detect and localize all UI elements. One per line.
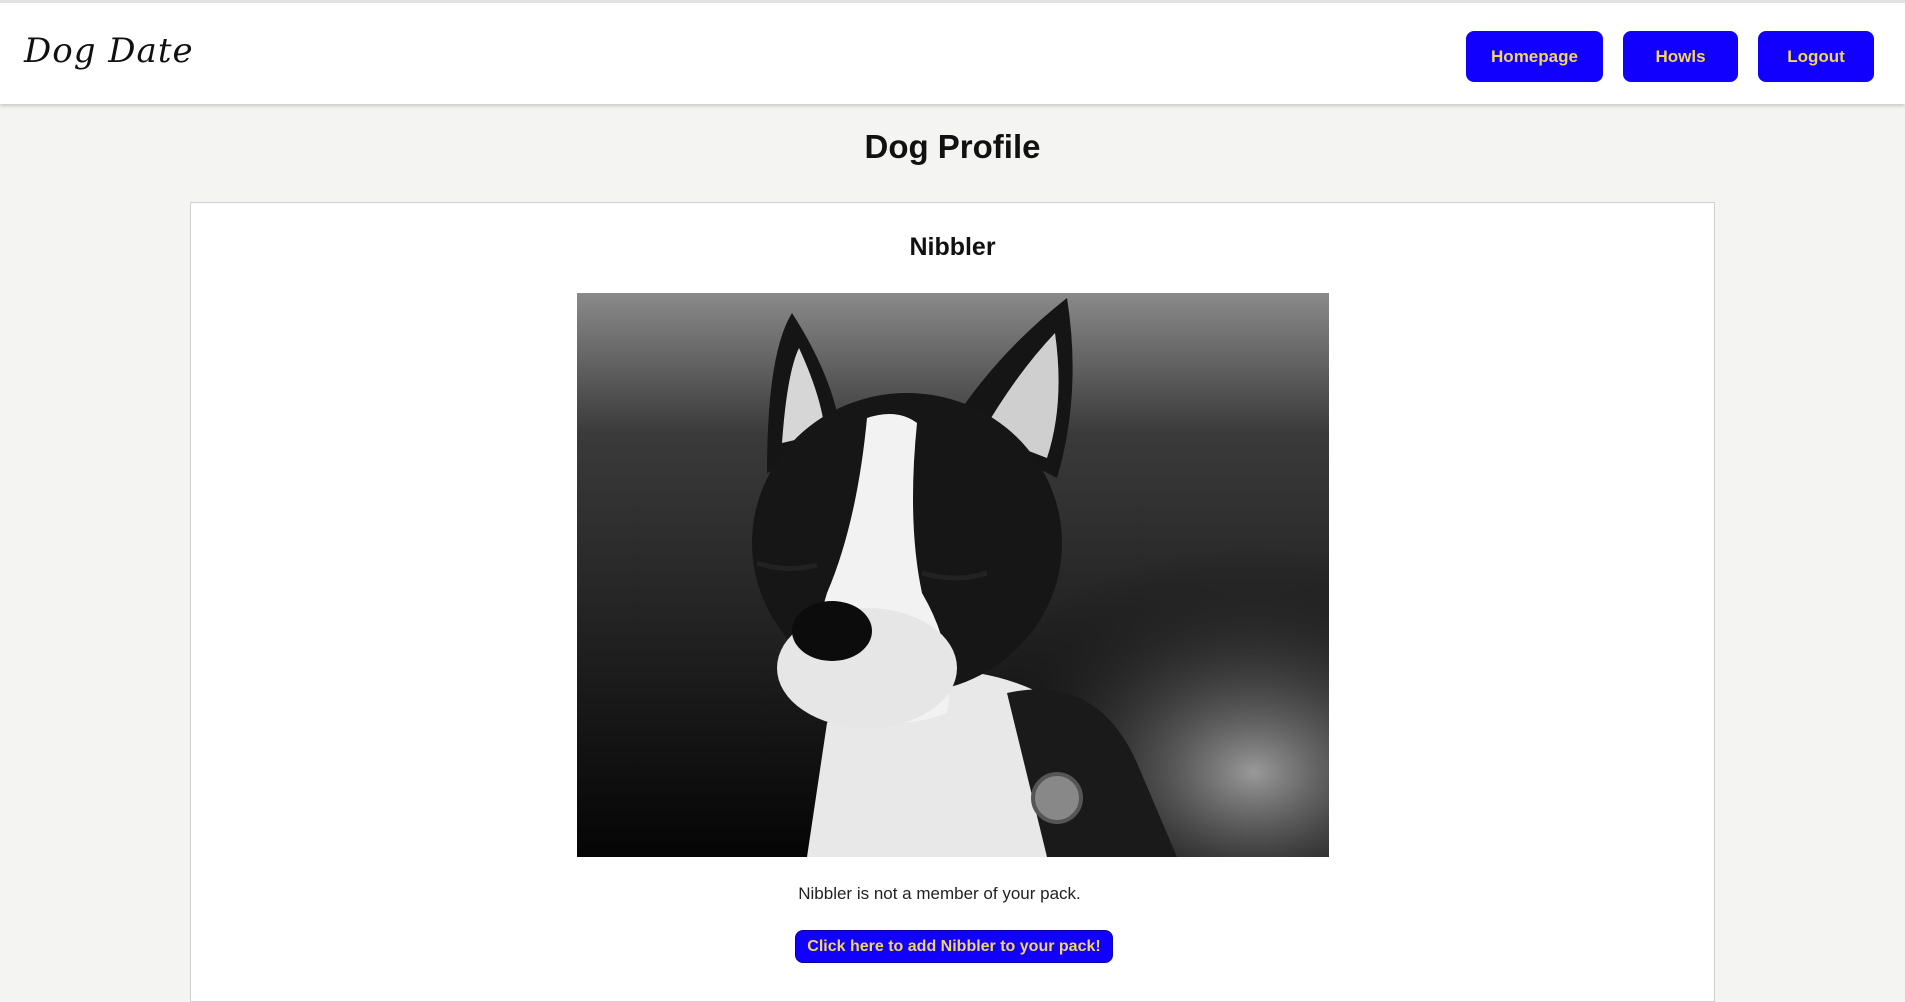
- add-to-pack-button[interactable]: Click here to add Nibbler to your pack!: [795, 930, 1113, 963]
- site-logo[interactable]: Dog Date: [24, 31, 194, 71]
- howls-button[interactable]: Howls: [1623, 31, 1738, 82]
- homepage-button[interactable]: Homepage: [1466, 31, 1603, 82]
- dog-profile-card: Nibbler Nibbler is not a member of your …: [190, 202, 1715, 1002]
- pack-status-text: Nibbler is not a member of your pack.: [798, 884, 1081, 903]
- dog-name: Nibbler: [909, 233, 996, 261]
- logout-button[interactable]: Logout: [1758, 31, 1874, 82]
- dog-photo: [577, 293, 1329, 857]
- page-title: Dog Profile: [864, 128, 1041, 165]
- top-navbar: Dog Date Homepage Howls Logout: [0, 0, 1905, 104]
